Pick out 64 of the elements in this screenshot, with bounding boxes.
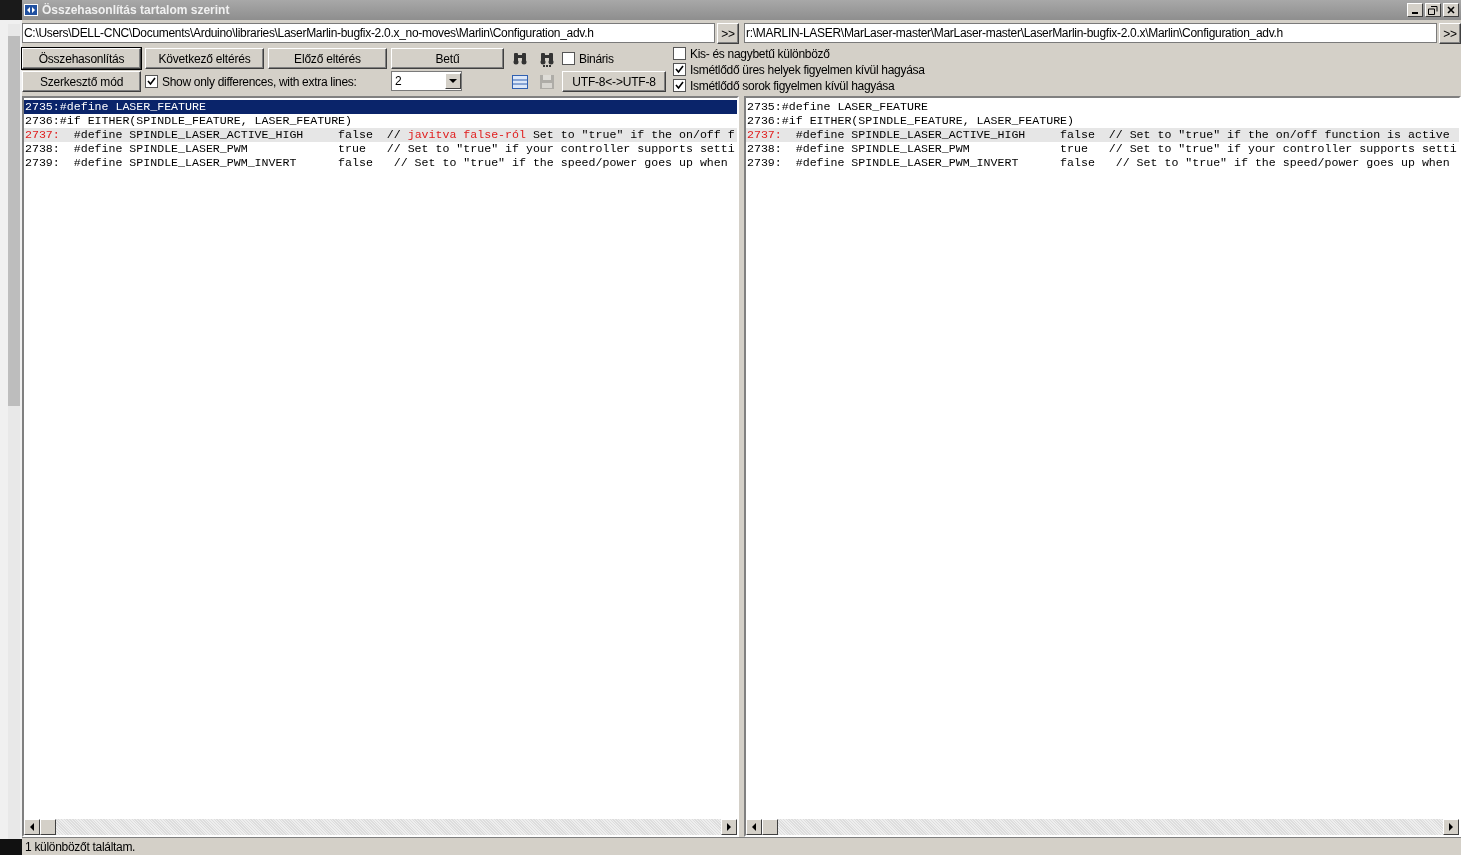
extra-lines-dropdown[interactable]: 2 xyxy=(391,71,462,91)
encoding-button[interactable]: UTF-8<->UTF-8 xyxy=(562,71,666,92)
line-number: 2737: xyxy=(25,128,60,141)
code-text: #if EITHER(SPINDLE_FEATURE, LASER_FEATURE) xyxy=(59,114,352,127)
line-number: 2738: xyxy=(747,142,782,155)
status-text: 1 különbözőt találtam. xyxy=(22,837,1461,855)
line-number: 2737: xyxy=(747,128,782,141)
file-path-field[interactable]: C:\Users\DELL-CNC\Documents\Arduino\libraries\LaserMarlin-bugfix-2.0.x_no-moves\Marlin\Configuration_adv.h xyxy=(22,23,715,43)
code-line[interactable]: 2736:#if EITHER(SPINDLE_FEATURE, LASER_FEATURE) xyxy=(24,114,737,128)
code-line[interactable]: 2738: #define SPINDLE_LASER_PWM true // Set to "true" if your controller supports setti xyxy=(24,142,737,156)
minimize-button[interactable] xyxy=(1407,3,1423,17)
checkbox[interactable] xyxy=(145,75,158,88)
code-text: Set to "true" if the on/off f xyxy=(531,128,735,141)
file-path-field[interactable]: r:\MARLIN-LASER\MarLaser-master\MarLaser-master\LaserMarlin-bugfix-2.0.x\Marlin\Configuration_adv.h xyxy=(744,23,1437,43)
window-title: Összehasonlítás tartalom szerint xyxy=(42,3,230,17)
scroll-thumb[interactable] xyxy=(762,819,778,835)
code-line[interactable]: 2738: #define SPINDLE_LASER_PWM true // Set to "true" if your controller supports setti xyxy=(746,142,1459,156)
close-button[interactable] xyxy=(1443,3,1459,17)
option-label: Ismétlődő sorok figyelmen kívül hagyása xyxy=(690,78,895,93)
checkbox[interactable] xyxy=(673,79,686,92)
line-number: 2735: xyxy=(747,100,782,113)
line-number: 2735: xyxy=(25,100,60,113)
code-text: #define SPINDLE_LASER_ACTIVE_HIGH false // Set to "true" if the on/off function is active xyxy=(794,128,1450,141)
line-number: 2739: xyxy=(25,156,60,169)
code-text: #define SPINDLE_LASER_PWM true // Set to "true" if your controller supports setti xyxy=(794,142,1457,155)
window-edge xyxy=(0,0,22,20)
vertical-scrollbar[interactable] xyxy=(8,24,20,839)
option-label: Kis- és nagybetű különböző xyxy=(690,46,830,61)
code-text: #define LASER_FEATURE xyxy=(59,100,206,113)
code-line[interactable]: 2735:#define LASER_FEATURE xyxy=(746,100,1459,114)
code-text: #define SPINDLE_LASER_PWM_INVERT false // Set to "true" if the speed/power goes up when xyxy=(794,156,1450,169)
code-line[interactable]: 2739: #define SPINDLE_LASER_PWM_INVERT false // Set to "true" if the speed/power goes up when xyxy=(746,156,1459,170)
code-line[interactable]: 2739: #define SPINDLE_LASER_PWM_INVERT false // Set to "true" if the speed/power goes up when xyxy=(24,156,737,170)
window-icon[interactable] xyxy=(510,73,529,90)
code-text: #if EITHER(SPINDLE_FEATURE, LASER_FEATURE) xyxy=(781,114,1074,127)
font-button[interactable]: Betű xyxy=(391,48,504,69)
editor-mode-button[interactable]: Szerkesztő mód xyxy=(22,71,141,92)
checkbox[interactable] xyxy=(673,47,686,60)
line-number: 2738: xyxy=(25,142,60,155)
checkbox[interactable] xyxy=(673,63,686,76)
code-text: #define LASER_FEATURE xyxy=(781,100,928,113)
window-edge xyxy=(0,839,22,855)
checkbox-label: Show only differences, with extra lines: xyxy=(162,74,357,89)
close-icon[interactable] xyxy=(1447,6,1455,14)
app-icon xyxy=(24,4,38,16)
previous-difference-button[interactable]: Előző eltérés xyxy=(268,48,387,69)
next-difference-button[interactable]: Következő eltérés xyxy=(145,48,264,69)
code-text: #define SPINDLE_LASER_ACTIVE_HIGH false // xyxy=(72,128,402,141)
checkbox[interactable] xyxy=(562,52,575,65)
horizontal-scrollbar[interactable] xyxy=(746,819,1459,835)
browse-button[interactable]: >> xyxy=(717,23,739,44)
line-number: 2736: xyxy=(747,114,782,127)
line-number: 2739: xyxy=(747,156,782,169)
compare-button[interactable]: Összehasonlítás xyxy=(22,48,141,69)
horizontal-scrollbar[interactable] xyxy=(24,819,737,835)
line-number: 2736: xyxy=(25,114,60,127)
code-text: #define SPINDLE_LASER_PWM_INVERT false // Set to "true" if the speed/power goes up when xyxy=(72,156,728,169)
option-label: Ismétlődő üres helyek figyelmen kívül hagyása xyxy=(690,62,925,77)
code-line[interactable]: 2736:#if EITHER(SPINDLE_FEATURE, LASER_FEATURE) xyxy=(746,114,1459,128)
code-text: #define SPINDLE_LASER_PWM true // Set to "true" if your controller supports setti xyxy=(72,142,735,155)
scroll-thumb[interactable] xyxy=(40,819,56,835)
checkbox-label: Bináris xyxy=(579,51,614,66)
code-text: javitva false-ról xyxy=(407,128,526,141)
browse-button[interactable]: >> xyxy=(1439,23,1461,44)
